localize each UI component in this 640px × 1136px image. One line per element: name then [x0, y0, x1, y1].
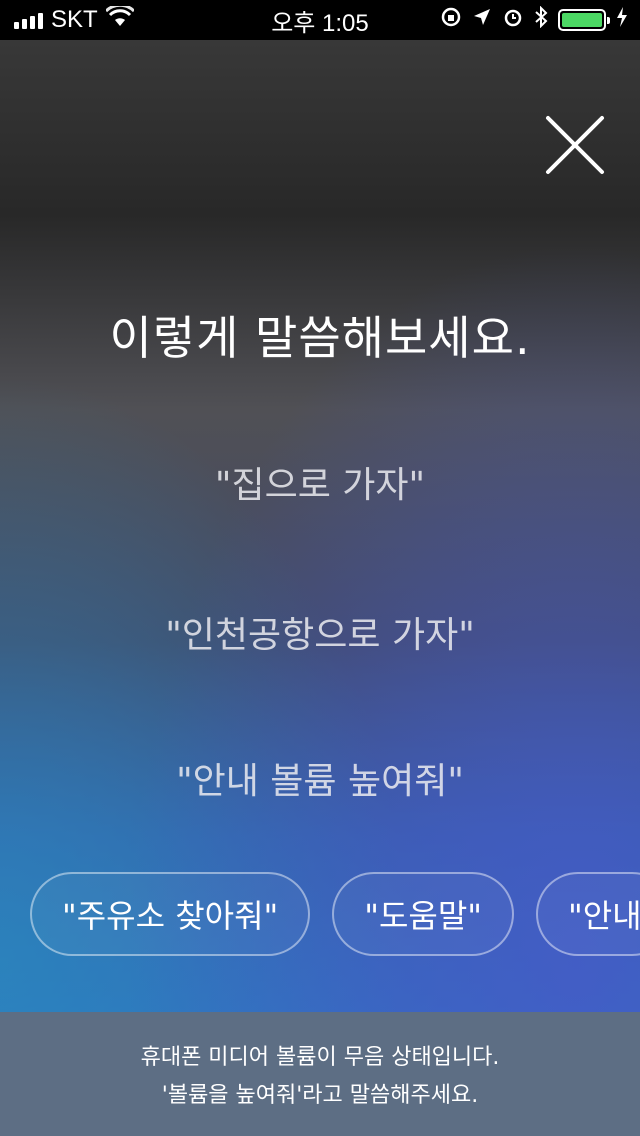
example-phrase: "집으로 가자" — [214, 465, 426, 506]
location-icon — [472, 7, 492, 33]
volume-toast: 휴대폰 미디어 볼륨이 무음 상태입니다. '볼륨을 높여줘'라고 말씀해주세요… — [0, 1012, 640, 1136]
suggestion-chips: "주유소 찾아줘" "도움말" "안내 — [30, 872, 640, 956]
voice-guide-panel: 이렇게 말씀해보세요. "집으로 가자" "인천공항으로 가자" "안내 볼륨 … — [0, 40, 640, 1012]
chip-help[interactable]: "도움말" — [332, 872, 515, 956]
toast-line: 휴대폰 미디어 볼륨이 무음 상태입니다. — [140, 1045, 500, 1070]
page-title: 이렇게 말씀해보세요. — [109, 311, 531, 365]
chip-guide[interactable]: "안내 — [536, 872, 640, 956]
toast-line: '볼륨을 높여줘'라고 말씀해주세요. — [161, 1083, 479, 1108]
status-bar: SKT 오후 1:05 — [0, 0, 640, 40]
status-right — [440, 5, 628, 34]
carrier-label: SKT — [51, 6, 98, 33]
wifi-icon — [104, 3, 135, 35]
close-icon — [546, 116, 604, 174]
close-button[interactable] — [544, 114, 606, 176]
battery-icon — [558, 9, 610, 31]
status-left: SKT — [14, 3, 135, 35]
signal-icon — [14, 11, 43, 29]
bluetooth-icon — [534, 5, 548, 34]
example-phrase: "안내 볼륨 높여줘" — [176, 761, 464, 802]
chip-gas-station[interactable]: "주유소 찾아줘" — [30, 872, 311, 956]
alarm-icon — [502, 6, 524, 34]
charging-icon — [616, 7, 628, 33]
example-phrase: "인천공항으로 가자" — [165, 615, 475, 656]
rotation-lock-icon — [440, 6, 462, 34]
